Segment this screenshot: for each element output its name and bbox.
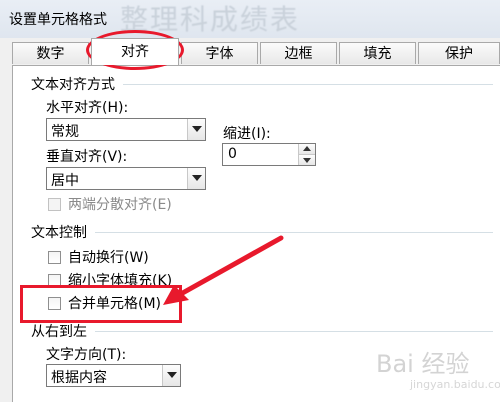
watermark: Bai 经验 jingyan.baidu.com [372,340,500,400]
watermark-logo: Bai 经验 [376,350,470,378]
tab-alignment[interactable]: 对齐 [91,38,179,65]
watermark-url: jingyan.baidu.com [410,378,500,391]
